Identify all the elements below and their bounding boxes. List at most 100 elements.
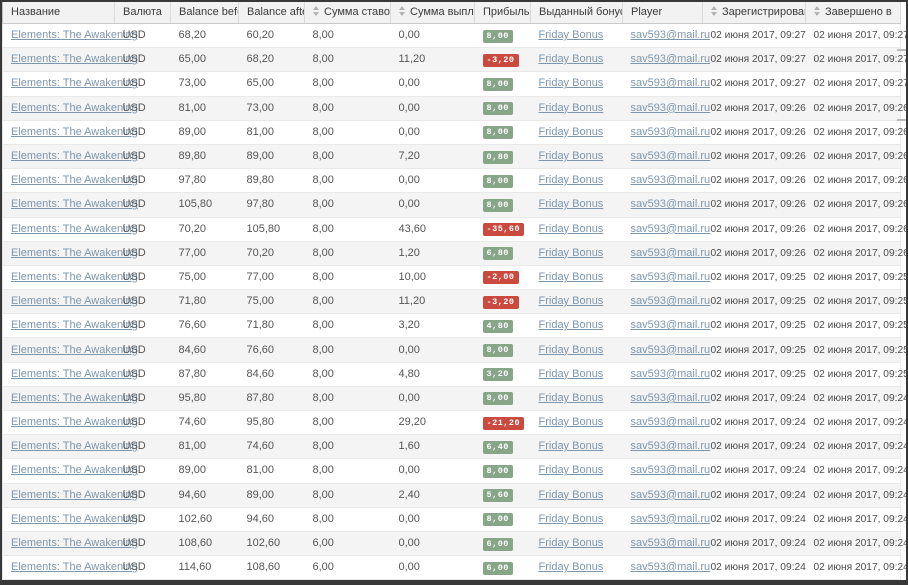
player-link[interactable]: sav593@mail.ru: [631, 295, 711, 307]
player-link[interactable]: sav593@mail.ru: [631, 174, 711, 186]
cell-balance-after: 105,80: [238, 217, 305, 242]
bonus-link[interactable]: Friday Bonus: [539, 271, 604, 283]
cell-game-name: Elements: The Awakening: [2, 434, 138, 460]
cell-balance-after: 89,00: [238, 483, 305, 508]
player-link[interactable]: sav593@mail.ru: [631, 440, 711, 452]
bonus-link[interactable]: Friday Bonus: [539, 464, 604, 476]
bonus-link[interactable]: Friday Bonus: [539, 77, 604, 89]
cell-player: sav593@mail.ru: [622, 217, 710, 242]
profit-badge: 6,80: [482, 247, 513, 261]
player-link[interactable]: sav593@mail.ru: [631, 126, 711, 138]
bonus-link[interactable]: Friday Bonus: [539, 489, 604, 501]
table-row: Elements: The Awakening USD 102,60 94,60 8,0…: [2, 507, 906, 532]
table-row: Elements: The Awakening USD 105,80 97,80 8,0…: [2, 192, 906, 218]
player-link[interactable]: sav593@mail.ru: [631, 513, 711, 525]
cell-bet-sum: 6,00: [304, 531, 391, 557]
bonus-link[interactable]: Friday Bonus: [539, 295, 604, 307]
bonus-link[interactable]: Friday Bonus: [539, 416, 604, 428]
game-link[interactable]: Elements: The Awakening: [11, 344, 138, 356]
cell-bet-sum: 8,00: [304, 483, 391, 508]
bonus-link[interactable]: Friday Bonus: [539, 247, 604, 259]
game-link[interactable]: Elements: The Awakening: [11, 53, 138, 65]
column-header-completed[interactable]: Завершено в: [805, 2, 901, 24]
cell-profit: 10,00: [474, 579, 531, 580]
column-header-registered[interactable]: Зарегистрирован: [702, 2, 806, 24]
game-link[interactable]: Elements: The Awakening: [11, 77, 138, 89]
game-link[interactable]: Elements: The Awakening: [11, 29, 138, 41]
player-link[interactable]: sav593@mail.ru: [631, 368, 711, 380]
game-link[interactable]: Elements: The Awakening: [11, 392, 138, 404]
bonus-link[interactable]: Friday Bonus: [539, 561, 604, 573]
game-link[interactable]: Elements: The Awakening: [11, 561, 138, 573]
player-link[interactable]: sav593@mail.ru: [631, 102, 711, 114]
cell-profit: 8,00: [474, 71, 531, 97]
bonus-link[interactable]: Friday Bonus: [539, 53, 604, 65]
cell-profit: 8,00: [474, 337, 531, 363]
bonus-link[interactable]: Friday Bonus: [539, 440, 604, 452]
player-link[interactable]: sav593@mail.ru: [631, 561, 711, 573]
table-row: Elements: The Awakening USD 70,20 105,80 8,0…: [2, 217, 906, 242]
game-link[interactable]: Elements: The Awakening: [11, 537, 138, 549]
game-link[interactable]: Elements: The Awakening: [11, 440, 138, 452]
player-link[interactable]: sav593@mail.ru: [631, 319, 711, 331]
bonus-link[interactable]: Friday Bonus: [539, 198, 604, 210]
player-link[interactable]: sav593@mail.ru: [631, 223, 711, 235]
player-link[interactable]: sav593@mail.ru: [631, 53, 711, 65]
player-link[interactable]: sav593@mail.ru: [631, 271, 711, 283]
player-link[interactable]: sav593@mail.ru: [631, 198, 711, 210]
cell-game-name: Elements: The Awakening: [2, 144, 138, 170]
player-link[interactable]: sav593@mail.ru: [631, 344, 711, 356]
cell-balance-after: 114,60: [238, 579, 305, 580]
game-link[interactable]: Elements: The Awakening: [11, 150, 138, 162]
cell-bonus: Friday Bonus: [530, 507, 623, 532]
player-link[interactable]: sav593@mail.ru: [631, 29, 711, 41]
cell-balance-after: 81,00: [238, 120, 305, 145]
game-link[interactable]: Elements: The Awakening: [11, 416, 138, 428]
right-margin-tick: [897, 49, 906, 51]
game-link[interactable]: Elements: The Awakening: [11, 513, 138, 525]
cell-player: sav593@mail.ru: [622, 555, 710, 580]
cell-registered: 02 июня 2017, 09:24: [702, 386, 806, 412]
bonus-link[interactable]: Friday Bonus: [539, 126, 604, 138]
bonus-link[interactable]: Friday Bonus: [539, 368, 604, 380]
bonus-link[interactable]: Friday Bonus: [539, 513, 604, 525]
player-link[interactable]: sav593@mail.ru: [631, 247, 711, 259]
bonus-link[interactable]: Friday Bonus: [539, 344, 604, 356]
table-row: Elements: The AwakeningUSD124,60114,6010…: [2, 579, 901, 580]
game-link[interactable]: Elements: The Awakening: [11, 174, 138, 186]
player-link[interactable]: sav593@mail.ru: [631, 416, 711, 428]
game-link[interactable]: Elements: The Awakening: [11, 368, 138, 380]
game-link[interactable]: Elements: The Awakening: [11, 464, 138, 476]
player-link[interactable]: sav593@mail.ru: [631, 392, 711, 404]
bonus-link[interactable]: Friday Bonus: [539, 102, 604, 114]
column-header-bet_sum[interactable]: Сумма ставок: [304, 2, 391, 24]
cell-bonus: Friday Bonus: [530, 531, 623, 557]
column-header-payout_sum[interactable]: Сумма выплат: [390, 2, 475, 24]
bonus-link[interactable]: Friday Bonus: [539, 319, 604, 331]
game-link[interactable]: Elements: The Awakening: [11, 319, 138, 331]
game-link[interactable]: Elements: The Awakening: [11, 223, 138, 235]
game-link[interactable]: Elements: The Awakening: [11, 271, 138, 283]
player-link[interactable]: sav593@mail.ru: [631, 150, 711, 162]
player-link[interactable]: sav593@mail.ru: [631, 537, 711, 549]
player-link[interactable]: sav593@mail.ru: [631, 464, 711, 476]
bonus-link[interactable]: Friday Bonus: [539, 537, 604, 549]
player-link[interactable]: sav593@mail.ru: [631, 77, 711, 89]
game-link[interactable]: Elements: The Awakening: [11, 489, 138, 501]
cell-game-name: Elements: The Awakening: [2, 507, 138, 532]
bonus-link[interactable]: Friday Bonus: [539, 174, 604, 186]
game-link[interactable]: Elements: The Awakening: [11, 198, 138, 210]
cell-game-name: Elements: The Awakening: [2, 362, 138, 387]
cell-player: sav593@mail.ru: [622, 531, 710, 557]
bonus-link[interactable]: Friday Bonus: [539, 150, 604, 162]
player-link[interactable]: sav593@mail.ru: [631, 489, 711, 501]
bonus-link[interactable]: Friday Bonus: [539, 392, 604, 404]
bonus-link[interactable]: Friday Bonus: [539, 223, 604, 235]
cell-completed: 02 июня 2017, 09:24: [805, 579, 901, 580]
game-link[interactable]: Elements: The Awakening: [11, 247, 138, 259]
cell-player: sav593@mail.ru: [622, 144, 710, 170]
game-link[interactable]: Elements: The Awakening: [11, 126, 138, 138]
game-link[interactable]: Elements: The Awakening: [11, 102, 138, 114]
bonus-link[interactable]: Friday Bonus: [539, 29, 604, 41]
game-link[interactable]: Elements: The Awakening: [11, 295, 138, 307]
